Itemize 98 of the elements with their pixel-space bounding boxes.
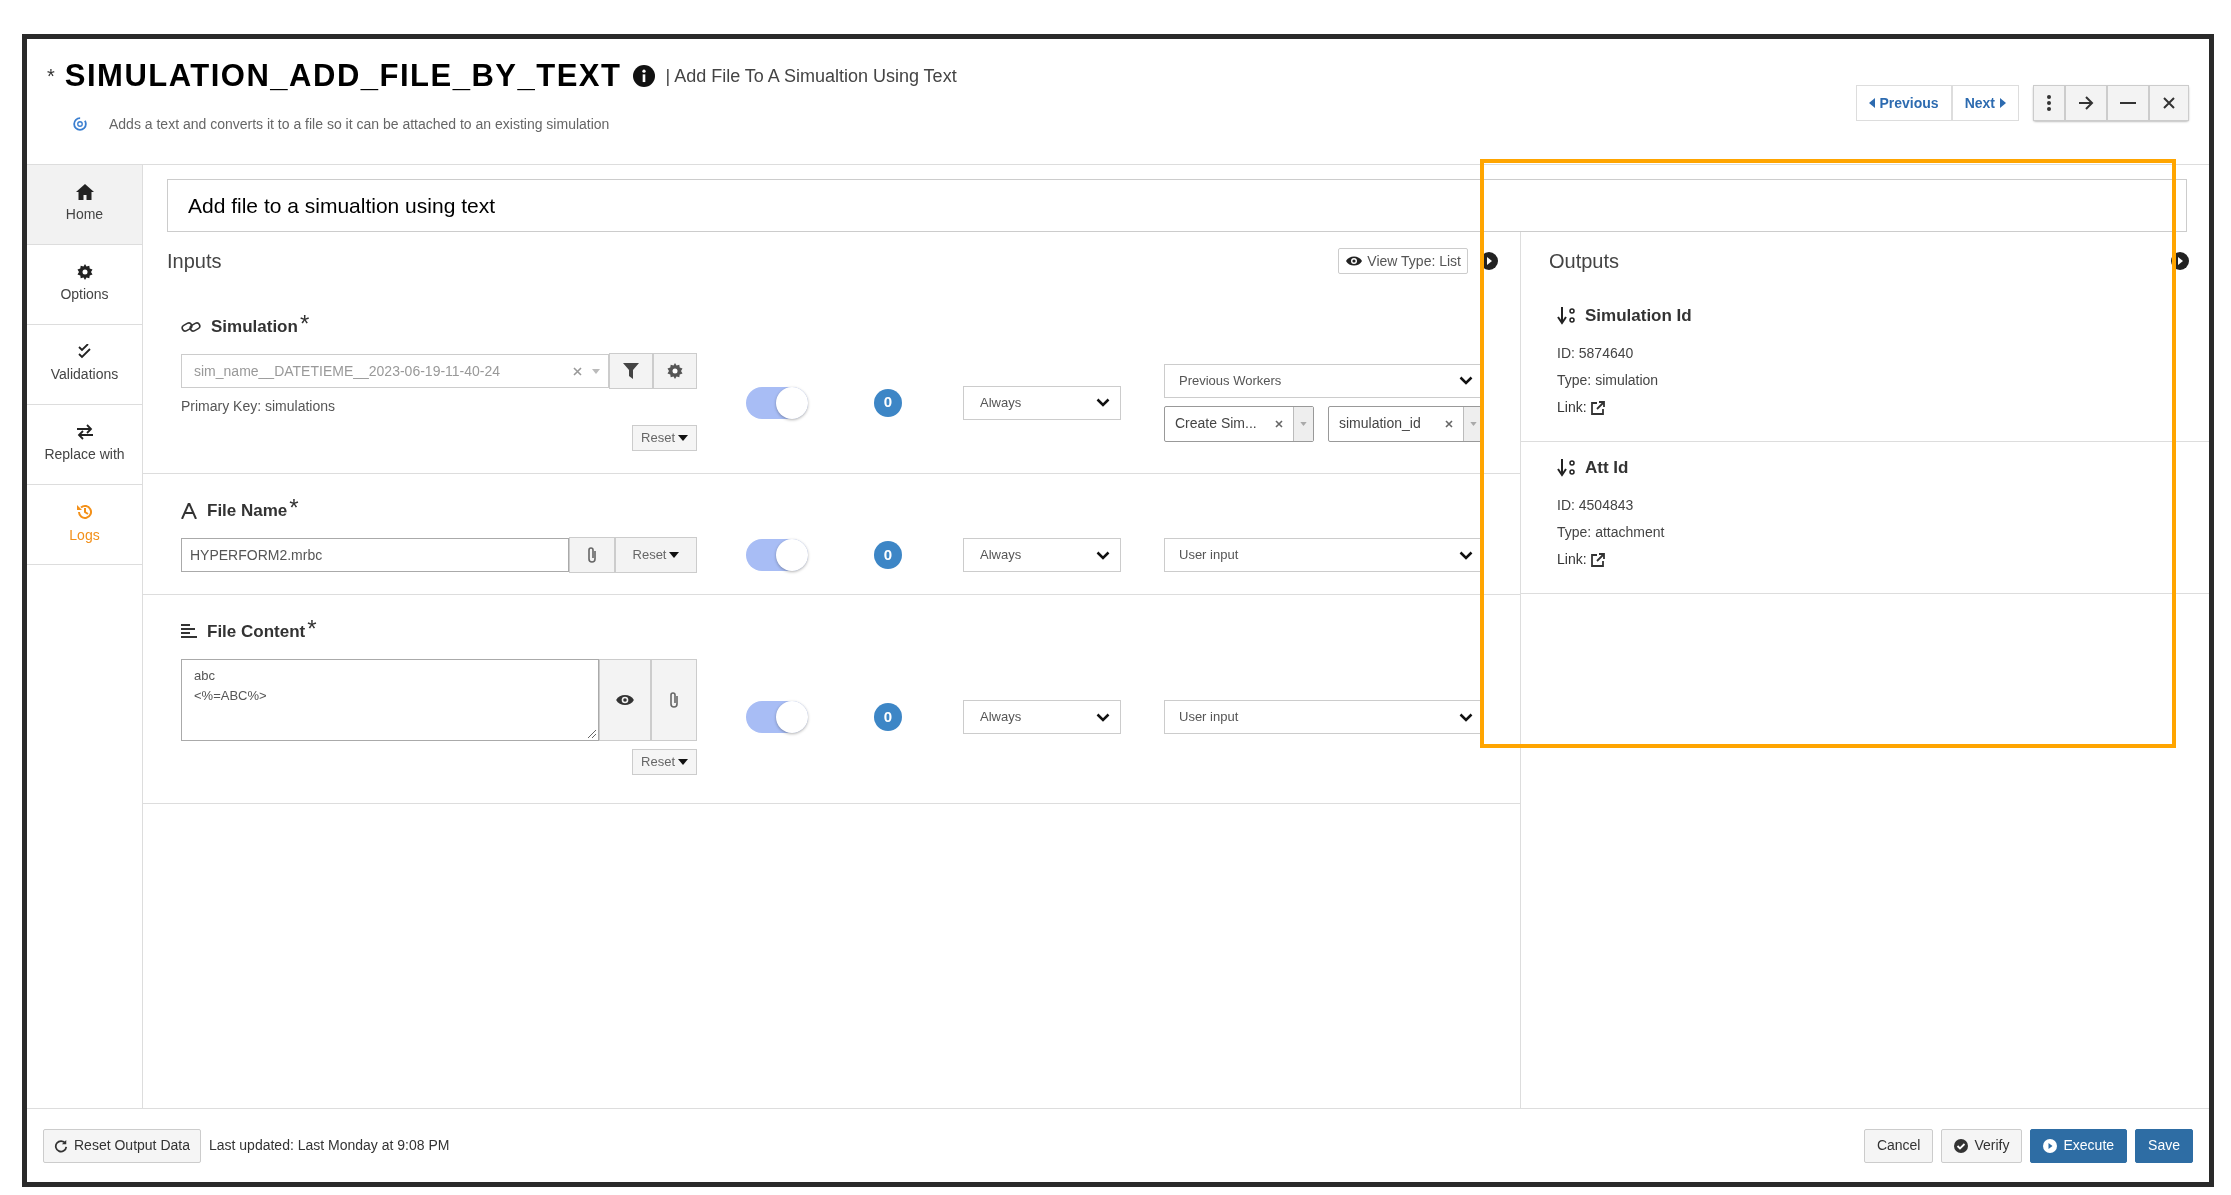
last-updated-text: Last updated: Last Monday at 9:08 PM — [208, 1136, 450, 1155]
required-mark: * — [299, 314, 310, 334]
refresh-icon — [71, 115, 89, 133]
field-label: File Name — [207, 500, 288, 523]
clear-icon[interactable] — [1445, 419, 1453, 428]
more-icon — [2046, 94, 2052, 112]
required-mark: * — [307, 619, 317, 639]
save-button[interactable]: Save — [2135, 1128, 2193, 1163]
toggle-switch[interactable] — [746, 386, 808, 419]
close-icon — [2163, 97, 2175, 109]
output-link[interactable]: Link: — [1557, 394, 1605, 421]
text-field[interactable]: HYPERFORM2.mrbc — [181, 538, 569, 572]
attach-button[interactable] — [569, 537, 615, 573]
clear-icon[interactable] — [573, 366, 582, 376]
inputs-heading: Inputs — [167, 249, 222, 274]
sort-numeric-icon — [1557, 459, 1577, 477]
caret-right-icon — [2000, 98, 2006, 108]
minimize-icon — [2120, 102, 2136, 104]
output-link[interactable]: Link: — [1557, 546, 1605, 573]
forward-button[interactable] — [2065, 85, 2107, 121]
resize-handle-icon[interactable] — [586, 728, 596, 738]
toggle-switch[interactable] — [746, 539, 808, 571]
sort-numeric-icon — [1557, 307, 1577, 325]
chevron-down-icon — [1459, 376, 1473, 385]
preview-button[interactable] — [599, 659, 651, 741]
minimize-button[interactable] — [2107, 85, 2149, 121]
chevron-down-icon — [1096, 550, 1110, 560]
page-description: Adds a text and converts it to a file so it can be attached to an existing simulation — [109, 114, 610, 134]
external-link-icon — [1590, 400, 1605, 415]
condition-select[interactable]: Always — [963, 538, 1121, 572]
output-type: Type: attachment — [1557, 523, 1666, 542]
clear-icon[interactable] — [1275, 419, 1283, 428]
tag-select[interactable]: Create Sim... — [1164, 405, 1314, 442]
caret-icon — [678, 759, 688, 765]
count-badge: 0 — [874, 388, 902, 417]
external-link-icon — [1590, 552, 1605, 567]
home-icon — [75, 184, 94, 200]
reset-button[interactable]: Reset — [615, 537, 697, 573]
output-name: Simulation Id — [1585, 305, 1692, 328]
double-check-icon — [75, 344, 94, 360]
count-badge: 0 — [874, 703, 902, 731]
cancel-button[interactable]: Cancel — [1863, 1128, 1934, 1163]
condition-select[interactable]: Always — [963, 385, 1121, 420]
unsaved-mark: * — [47, 64, 55, 90]
verify-button[interactable]: Verify — [1941, 1128, 2023, 1163]
gear-icon — [76, 264, 93, 280]
outputs-heading: Outputs — [1549, 249, 1620, 274]
chevron-down-icon — [1096, 398, 1110, 407]
required-mark: * — [289, 498, 299, 518]
description-field[interactable]: Add file to a simualtion using text — [167, 179, 2187, 232]
output-id: ID: 5874640 — [1557, 344, 1635, 363]
reset-output-button[interactable]: Reset Output Data — [43, 1128, 201, 1163]
filter-button[interactable] — [609, 353, 653, 389]
refresh-icon — [54, 1138, 68, 1153]
output-type: Type: simulation — [1557, 371, 1660, 390]
text-area[interactable]: abc <%=ABC%> — [181, 659, 599, 741]
reset-button[interactable]: Reset — [632, 425, 697, 451]
chevron-down-icon — [1459, 550, 1473, 560]
settings-button[interactable] — [653, 353, 697, 389]
font-icon — [181, 503, 197, 519]
align-left-icon — [181, 624, 197, 640]
next-button[interactable]: Next — [1951, 85, 2019, 121]
chevron-down-icon — [1096, 712, 1110, 722]
condition-select[interactable]: Always — [963, 700, 1121, 734]
close-button[interactable] — [2149, 85, 2189, 121]
chevron-down-icon — [1459, 712, 1473, 722]
page-title: SIMULATION_ADD_FILE_BY_TEXT — [64, 57, 622, 95]
info-icon[interactable] — [633, 65, 656, 88]
caret-icon — [678, 435, 688, 441]
link-icon — [181, 319, 201, 335]
page-subtitle: | Add File To A Simualtion Using Text — [665, 64, 957, 88]
caret-icon — [669, 552, 680, 558]
filter-icon — [623, 363, 639, 379]
toggle-switch[interactable] — [746, 701, 808, 733]
eye-icon — [615, 693, 635, 707]
execute-button[interactable]: Execute — [2030, 1128, 2128, 1163]
output-id: ID: 4504843 — [1557, 496, 1635, 515]
swap-arrows-icon — [75, 424, 94, 440]
sidebar-item[interactable]: Home — [27, 165, 142, 245]
field-label: Simulation — [211, 316, 298, 339]
settings-icon — [667, 363, 683, 379]
paperclip-icon — [585, 546, 599, 564]
play-icon[interactable] — [2171, 252, 2189, 270]
eye-icon — [1345, 255, 1364, 267]
count-badge: 0 — [874, 541, 902, 569]
check-circle-icon — [1954, 1138, 1969, 1153]
output-name: Att Id — [1585, 457, 1629, 480]
paperclip-icon — [667, 691, 681, 709]
arrow-right-icon — [2078, 96, 2094, 110]
history-icon — [75, 503, 94, 521]
view-type-button[interactable]: View Type: List — [1338, 248, 1468, 274]
primary-key-note: Primary Key: simulations — [181, 397, 337, 416]
play-icon — [2043, 1138, 2058, 1153]
previous-button[interactable]: Previous — [1855, 85, 1952, 121]
reset-button[interactable]: Reset — [632, 749, 697, 775]
more-options-button[interactable] — [2033, 85, 2065, 121]
caret-left-icon — [1868, 98, 1875, 108]
field-label: File Content — [207, 621, 306, 644]
